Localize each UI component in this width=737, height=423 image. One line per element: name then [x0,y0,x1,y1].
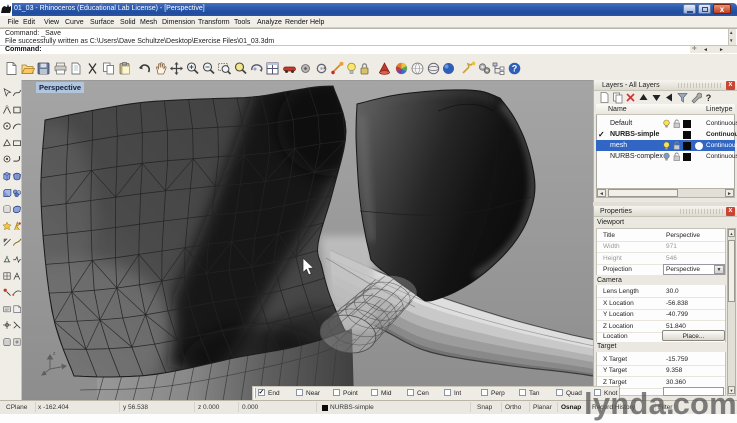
svg-text:?: ? [706,93,712,103]
svg-text:?: ? [512,64,518,74]
